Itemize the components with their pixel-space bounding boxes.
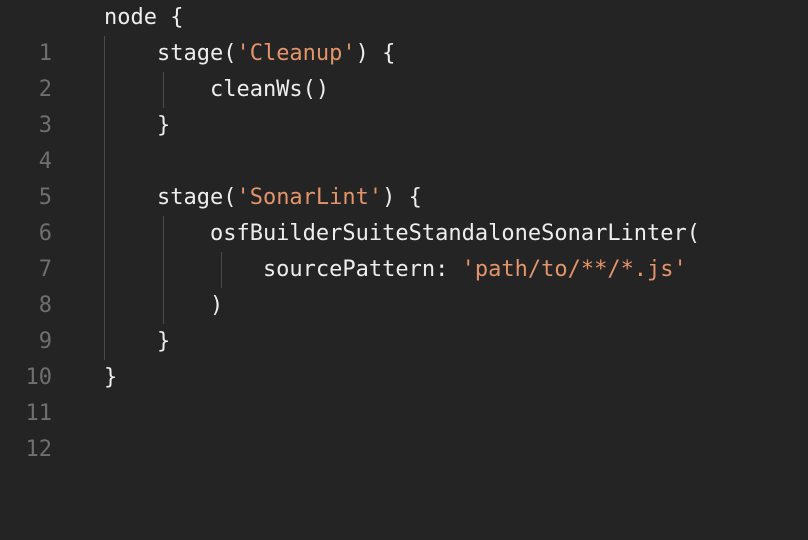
code-token: stage( [104, 41, 237, 66]
line-number: 12 [25, 437, 53, 462]
code-line[interactable]: 6 stage('SonarLint') { [0, 180, 808, 246]
code-token: } [104, 365, 118, 390]
code-line[interactable]: 4 } [0, 108, 808, 174]
code-text[interactable]: cleanWs() [104, 72, 329, 108]
code-token: sourcePattern: [104, 257, 462, 282]
code-line[interactable]: 9 ) [0, 288, 808, 354]
code-line[interactable]: 1 node { [0, 0, 808, 66]
code-token: stage( [104, 185, 237, 210]
code-line[interactable]: 12 [0, 396, 808, 462]
code-line[interactable]: 10 } [0, 324, 808, 390]
code-text[interactable]: } [104, 108, 170, 144]
code-text[interactable]: } [104, 324, 170, 360]
code-token: cleanWs() [104, 77, 330, 102]
code-text[interactable]: } [104, 360, 117, 396]
code-token: ) [104, 293, 224, 318]
code-text[interactable]: stage('Cleanup') { [104, 36, 395, 72]
code-line[interactable]: 7 osfBuilderSuiteStandaloneSonarLinter( [0, 216, 808, 282]
code-token: osfBuilderSuiteStandaloneSonarLinter( [104, 221, 701, 246]
code-text[interactable]: stage('SonarLint') { [104, 180, 422, 216]
code-token: ) { [355, 41, 396, 66]
string-literal: 'path/to/**/*.js' [461, 257, 687, 282]
code-line[interactable]: 2 stage('Cleanup') { [0, 36, 808, 102]
code-editor[interactable]: 1 node { 2 stage('Cleanup') { 3 cleanWs(… [0, 0, 808, 462]
string-literal: 'Cleanup' [236, 41, 356, 66]
code-line[interactable]: 8 sourcePattern: 'path/to/**/*.js' [0, 252, 808, 318]
code-token: } [104, 113, 171, 138]
code-text[interactable]: node { [104, 0, 183, 36]
string-literal: 'SonarLint' [236, 185, 383, 210]
code-token: node { [104, 5, 184, 30]
code-token: ) { [382, 185, 422, 210]
code-line[interactable]: 11 } [0, 360, 808, 426]
code-line[interactable]: 3 cleanWs() [0, 72, 808, 138]
code-text[interactable]: sourcePattern: 'path/to/**/*.js' [104, 252, 687, 288]
code-line[interactable]: 5 [0, 144, 808, 210]
code-text[interactable]: ) [104, 288, 223, 324]
code-text[interactable]: osfBuilderSuiteStandaloneSonarLinter( [104, 216, 700, 252]
code-token: } [104, 329, 171, 354]
